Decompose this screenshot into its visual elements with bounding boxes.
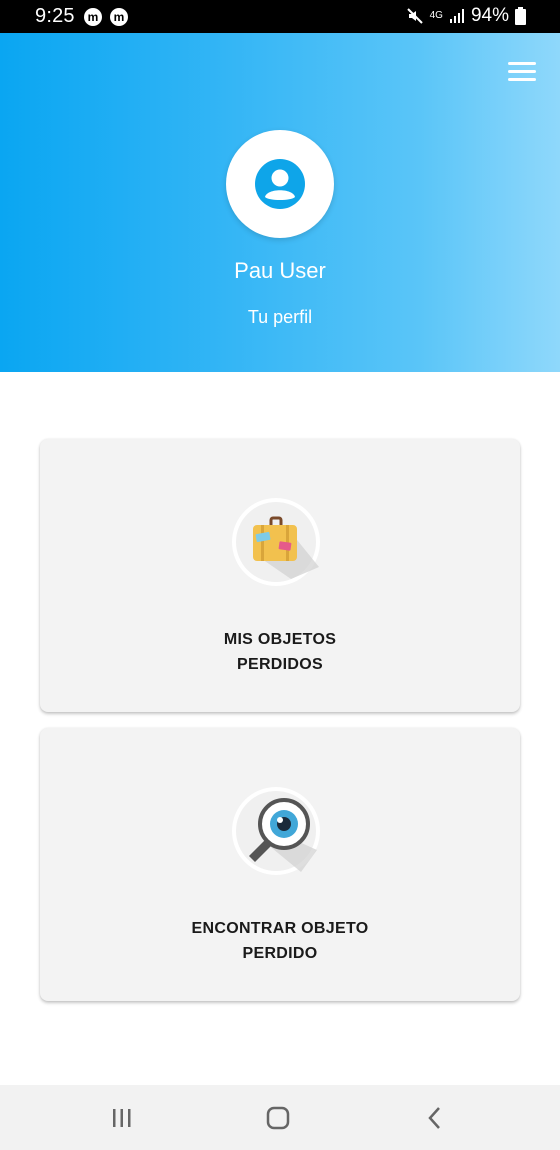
battery-percentage: 94% [470,5,509,26]
find-lost-item-card[interactable]: ENCONTRAR OBJETO PERDIDO [40,728,520,1001]
back-button[interactable] [420,1103,450,1133]
recents-button[interactable] [107,1103,137,1133]
profile-link[interactable]: Tu perfil [0,307,560,328]
system-nav-bar [0,1085,560,1150]
card-label: MIS OBJETOS PERDIDOS [223,631,337,673]
my-lost-items-card[interactable]: MIS OBJETOS PERDIDOS [40,439,520,712]
back-icon [428,1107,440,1129]
recents-icon [113,1109,131,1127]
network-type-label: 4G [429,10,443,21]
hamburger-icon [508,62,536,65]
user-name: Pau User [234,258,326,283]
menu-button[interactable] [508,62,536,82]
suitcase-icon [231,497,321,587]
mute-icon [406,7,424,25]
home-button[interactable] [263,1103,293,1133]
battery-icon [515,7,526,25]
card-label: ENCONTRAR OBJETO PERDIDO [191,920,369,962]
status-bar: 9:25 m m 4G 94% [0,0,560,33]
home-icon [266,1106,290,1130]
profile-header: Pau User Tu perfil [0,33,560,372]
app-notification-icon: m [84,8,102,26]
status-time: 9:25 [35,5,75,27]
magnifier-eye-icon [231,786,321,876]
user-icon [255,159,305,209]
signal-icon [449,8,465,24]
app-notification-icon: m [110,8,128,26]
avatar[interactable] [226,130,334,238]
